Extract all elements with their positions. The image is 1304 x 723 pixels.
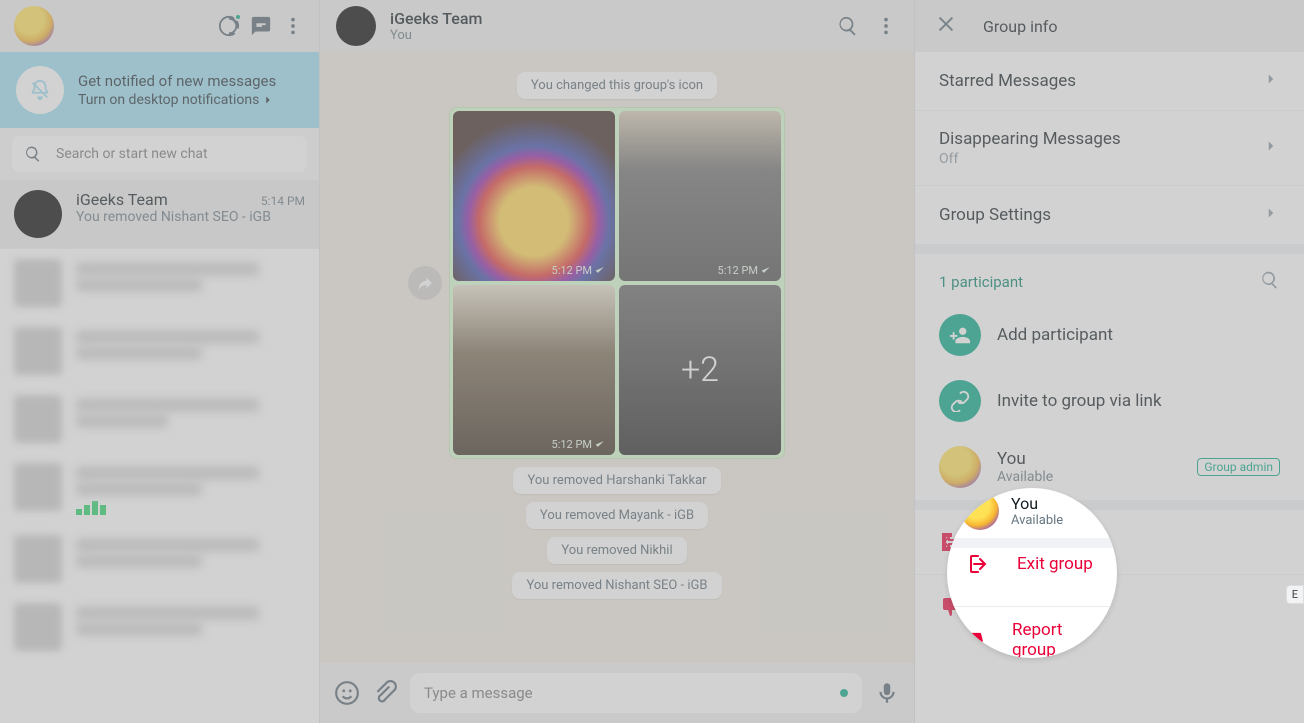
sys-message: You removed Mayank - iGB [526, 502, 708, 529]
composer [320, 663, 914, 723]
group-avatar[interactable] [336, 6, 376, 46]
compose-box[interactable] [410, 673, 862, 713]
media-thumb-more[interactable]: +2 [619, 285, 781, 455]
chat-preview: You removed Nishant SEO - iGB [76, 209, 305, 225]
chat-avatar [14, 190, 62, 238]
chevron-right-icon [1262, 204, 1280, 226]
media-thumb[interactable]: 5:12 PM [453, 111, 615, 281]
chat-item-blur [0, 385, 319, 453]
bell-slash-icon [16, 66, 64, 114]
self-avatar[interactable] [14, 6, 54, 46]
admin-badge: Group admin [1197, 458, 1280, 476]
media-thumb[interactable]: 5:12 PM [453, 285, 615, 455]
menu-icon[interactable] [281, 14, 305, 38]
sys-message: You removed Nikhil [547, 537, 686, 564]
panel-header: Group info [915, 0, 1304, 52]
notif-title: Get notified of new messages [78, 72, 276, 90]
notif-link[interactable]: Turn on desktop notifications [78, 92, 276, 108]
chat-item-blur [0, 317, 319, 385]
chat-search-icon[interactable] [836, 14, 860, 38]
add-person-icon [939, 314, 981, 356]
search-row [0, 128, 319, 180]
edge-tag: E [1286, 585, 1304, 604]
you-avatar [939, 446, 981, 488]
sys-message: You changed this group's icon [517, 72, 717, 99]
starred-messages-row[interactable]: Starred Messages [915, 52, 1304, 111]
disappearing-row[interactable]: Disappearing Messages Off [915, 111, 1304, 186]
chat-item-blur [0, 525, 319, 593]
compose-input[interactable] [424, 684, 834, 702]
emoji-icon[interactable] [334, 680, 360, 706]
media-thumb[interactable]: 5:12 PM [619, 111, 781, 281]
chat-name: iGeeks Team [76, 190, 168, 209]
status-icon[interactable] [217, 14, 241, 38]
media-more-count: +2 [619, 285, 781, 455]
search-box[interactable] [12, 136, 307, 172]
sys-message: You removed Harshanki Takkar [513, 467, 720, 494]
notification-banner[interactable]: Get notified of new messages Turn on des… [0, 52, 319, 128]
participants-header: 1 participant [915, 254, 1304, 302]
exit-group-highlighted[interactable]: Exit group [947, 552, 1117, 576]
mic-icon[interactable] [874, 680, 900, 706]
attach-icon[interactable] [372, 680, 398, 706]
chat-area: iGeeks Team You You changed this group's… [320, 0, 914, 723]
participant-you[interactable]: You Available Group admin [915, 434, 1304, 500]
chat-item-blur [0, 249, 319, 317]
search-participant-icon[interactable] [1260, 270, 1280, 294]
chat-subtitle: You [390, 28, 482, 43]
close-icon[interactable] [935, 13, 957, 39]
participants-count: 1 participant [939, 273, 1023, 291]
invite-link-row[interactable]: Invite to group via link [915, 368, 1304, 434]
search-icon [24, 145, 42, 163]
chat-list: iGeeks Team 5:14 PM You removed Nishant … [0, 180, 319, 723]
sidebar: Get notified of new messages Turn on des… [0, 0, 320, 723]
group-settings-row[interactable]: Group Settings [915, 186, 1304, 244]
link-icon [939, 380, 981, 422]
add-participant-row[interactable]: Add participant [915, 302, 1304, 368]
search-input[interactable] [56, 146, 295, 162]
spotlight-highlight: You Available Exit group Report group [947, 488, 1117, 658]
chat-item-blur [0, 593, 319, 661]
chat-menu-icon[interactable] [874, 14, 898, 38]
chat-item-blur [0, 453, 319, 525]
chat-time: 5:14 PM [261, 194, 305, 208]
sys-message: You removed Nishant SEO - iGB [512, 572, 721, 599]
media-message[interactable]: 5:12 PM 5:12 PM 5:12 PM +2 [449, 107, 785, 459]
forward-icon[interactable] [408, 266, 442, 300]
chevron-right-icon [1262, 70, 1280, 92]
chat-item-igeeks[interactable]: iGeeks Team 5:14 PM You removed Nishant … [0, 180, 319, 249]
new-chat-icon[interactable] [249, 14, 273, 38]
panel-title: Group info [983, 17, 1057, 36]
chat-title: iGeeks Team [390, 9, 482, 28]
chat-header[interactable]: iGeeks Team You [320, 0, 914, 52]
messages: You changed this group's icon 5:12 PM 5:… [320, 52, 914, 663]
chevron-right-icon [1262, 137, 1280, 159]
sidebar-header [0, 0, 319, 52]
typing-indicator [840, 689, 848, 697]
